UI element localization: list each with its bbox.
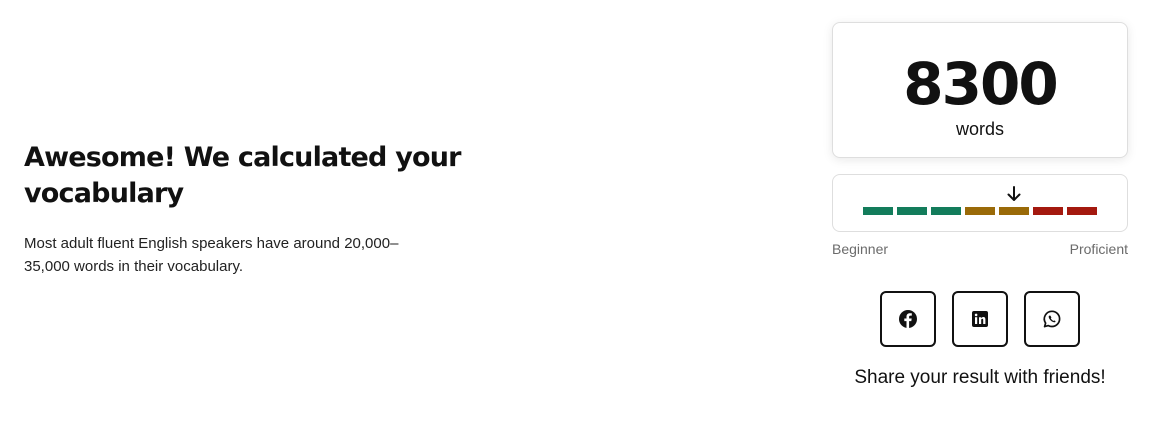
- vocabulary-level-meter: [832, 174, 1128, 232]
- scale-label-proficient: Proficient: [1069, 241, 1128, 257]
- share-linkedin-button[interactable]: [952, 291, 1008, 347]
- level-scale-labels: Beginner Proficient: [832, 241, 1128, 257]
- level-segment: [863, 207, 893, 215]
- whatsapp-icon: [1043, 310, 1061, 328]
- scale-label-beginner: Beginner: [832, 241, 889, 257]
- level-segment: [1033, 207, 1063, 215]
- level-segment: [897, 207, 927, 215]
- word-count-card: 8300 words: [832, 22, 1128, 158]
- share-buttons: [832, 291, 1128, 347]
- result-headline: Awesome! We calculated your vocabulary: [24, 142, 461, 209]
- level-segment: [931, 207, 961, 215]
- linkedin-icon: [972, 311, 988, 327]
- facebook-icon: [899, 310, 917, 328]
- share-whatsapp-button[interactable]: [1024, 291, 1080, 347]
- word-count-value: 8300: [903, 50, 1058, 118]
- level-segments: [863, 207, 1101, 215]
- share-prompt: Share your result with friends!: [854, 367, 1106, 388]
- arrow-down-icon: [1007, 186, 1021, 201]
- result-summary: Awesome! We calculated your vocabulary M…: [24, 140, 464, 278]
- level-segment: [1067, 207, 1097, 215]
- share-facebook-button[interactable]: [880, 291, 936, 347]
- result-description: Most adult fluent English speakers have …: [24, 235, 399, 275]
- level-segment: [965, 207, 995, 215]
- result-panel: 8300 words Beginner Proficient Share you…: [832, 22, 1128, 389]
- level-segment: [999, 207, 1029, 215]
- word-count-unit: words: [955, 119, 1004, 139]
